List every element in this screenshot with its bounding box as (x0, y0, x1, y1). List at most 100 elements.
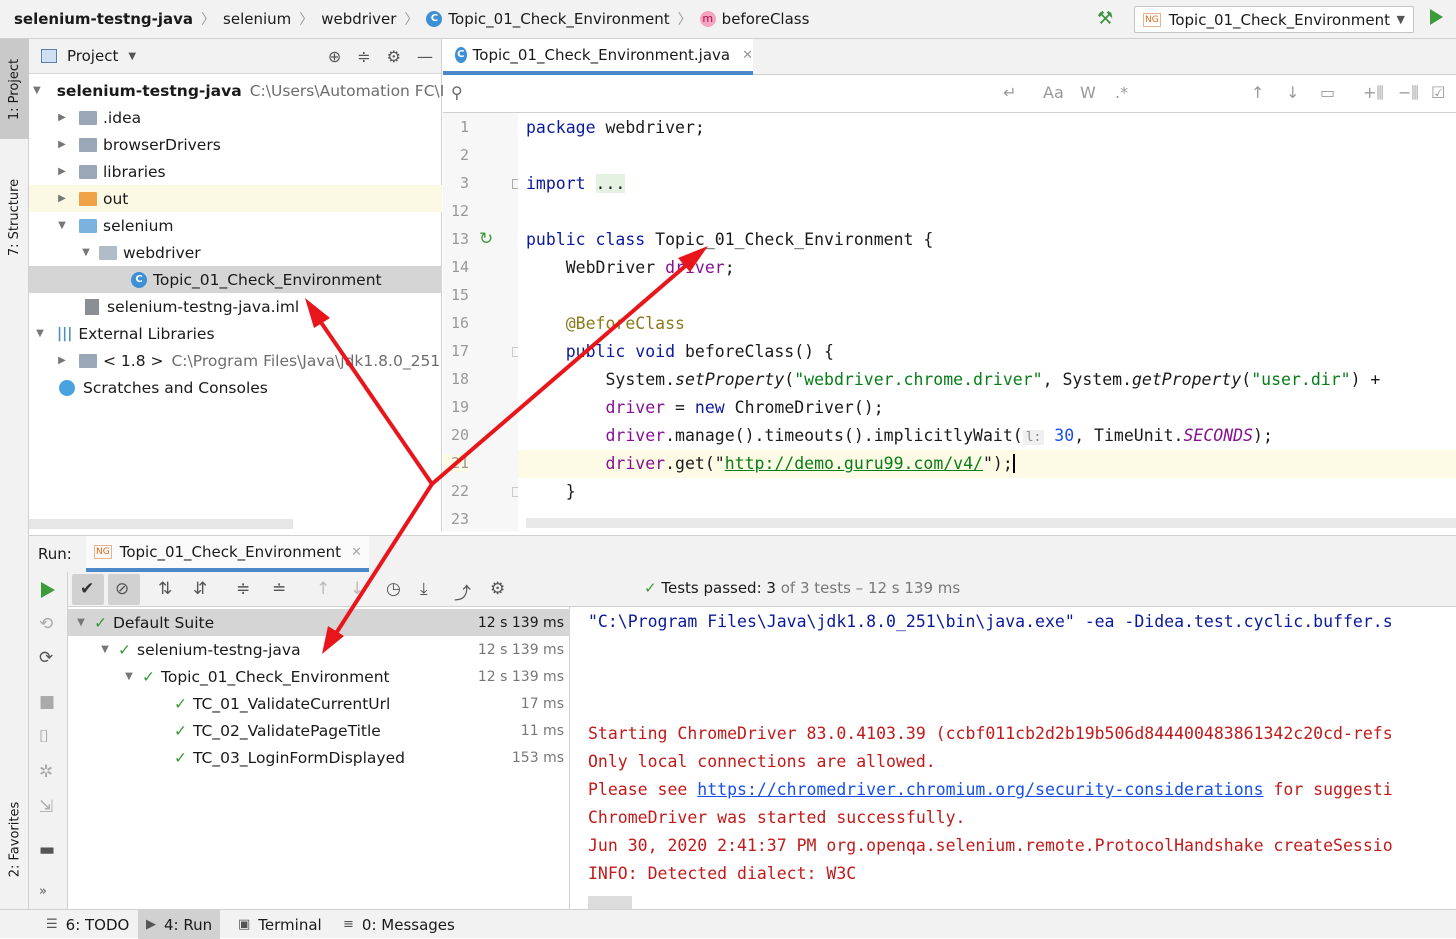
tab-messages[interactable]: ≡ 0: Messages (335, 910, 463, 939)
run-configuration-select[interactable]: NG Topic_01_Check_Environment ▼ (1134, 6, 1414, 33)
console-line: Only local connections are allowed. (588, 752, 936, 771)
code-editor[interactable]: package webdriver; import ... public cla… (518, 113, 1456, 531)
collapse-all-icon[interactable]: ≐ (272, 579, 286, 599)
editor-horizontal-scrollbar[interactable] (526, 518, 1456, 528)
expand-arrow-icon[interactable]: ▼ (55, 220, 69, 231)
tree-item-browserdrivers[interactable]: ▶ browserDrivers (29, 131, 442, 158)
tab-todo[interactable]: ☰ 6: TODO (38, 910, 137, 939)
tree-item-idea[interactable]: ▶ .idea (29, 104, 442, 131)
tree-item-selenium[interactable]: ▼ selenium (29, 212, 442, 239)
tab-run[interactable]: ▶ 4: Run (138, 910, 221, 939)
tree-item-webdriver[interactable]: ▼ webdriver (29, 239, 442, 266)
filter-icon[interactable]: ☑ (1431, 83, 1445, 102)
chevron-down-icon[interactable]: ▼ (128, 51, 136, 62)
tab-todo-label: 6: TODO (65, 915, 130, 934)
test-row-case[interactable]: ✓ TC_02_ValidatePageTitle 11 ms (68, 717, 570, 744)
code-url-link[interactable]: http://demo.guru99.com/v4/ (725, 454, 983, 473)
collapse-all-icon[interactable]: ≑ (357, 47, 370, 66)
select-all-occurrences-icon[interactable]: ▭ (1320, 83, 1335, 102)
tab-run-label: 4: Run (164, 915, 213, 934)
breadcrumb-method[interactable]: m beforeClass (699, 10, 810, 28)
test-row-case[interactable]: ✓ TC_03_LoginFormDisplayed 153 ms (68, 744, 570, 771)
rerun-failed-icon[interactable]: ⟲ (39, 614, 53, 634)
next-occurrence-icon[interactable]: ↓ (1286, 83, 1299, 102)
test-row-suite[interactable]: ▼ ✓ Default Suite 12 s 139 ms (68, 609, 570, 636)
test-row-case[interactable]: ✓ TC_01_ValidateCurrentUrl 17 ms (68, 690, 570, 717)
whole-words-icon[interactable]: W (1080, 83, 1096, 102)
breadcrumb-module[interactable]: selenium (223, 10, 291, 28)
newline-icon[interactable]: ↵ (1003, 83, 1016, 102)
breadcrumb-method-label: beforeClass (721, 10, 810, 28)
toggle-auto-test-icon[interactable]: ⟳ (39, 648, 53, 668)
previous-failed-icon[interactable]: ↑ (316, 579, 330, 599)
run-gutter-icon[interactable]: ↻ (479, 229, 493, 249)
breadcrumb-package[interactable]: webdriver (321, 10, 396, 28)
layout-icon[interactable]: ▬ (39, 840, 55, 860)
match-case-icon[interactable]: Aa (1043, 83, 1064, 102)
tree-item-iml[interactable]: selenium-testng-java.iml (29, 293, 442, 320)
more-icon[interactable]: » (39, 884, 47, 899)
history-icon[interactable]: ◷ (386, 579, 401, 599)
expand-arrow-icon[interactable]: ▼ (33, 85, 41, 96)
code-line-18: System.setProperty("webdriver.chrome.dri… (526, 370, 1381, 389)
debug-icon[interactable]: ✲ (39, 762, 53, 782)
tree-item-topic-class[interactable]: C Topic_01_Check_Environment (29, 266, 442, 293)
tree-item-root[interactable]: ▼ selenium-testng-java C:\Users\Automati… (29, 77, 454, 104)
test-row-class[interactable]: ▼ ✓ Topic_01_Check_Environment 12 s 139 … (68, 663, 570, 690)
tree-item-jdk[interactable]: ▶ < 1.8 > C:\Program Files\Java\jdk1.8.0… (29, 347, 442, 374)
expand-arrow-icon[interactable]: ▶ (55, 139, 69, 150)
rerun-button[interactable] (41, 582, 55, 598)
stop-icon[interactable]: ■ (39, 692, 55, 712)
regex-icon[interactable]: .* (1115, 83, 1128, 102)
tab-favorites[interactable]: 2: Favorites (0, 779, 29, 899)
remove-occurrence-icon[interactable]: −⫼ (1398, 83, 1419, 103)
sort-by-duration-icon[interactable]: ⇵ (193, 579, 207, 599)
horizontal-scrollbar[interactable] (29, 519, 293, 529)
build-hammer-icon[interactable]: ⚒ (1097, 8, 1113, 29)
gear-icon[interactable]: ⚙ (387, 47, 401, 66)
expand-arrow-icon[interactable]: ▼ (33, 328, 47, 339)
breadcrumb-project[interactable]: selenium-testng-java (14, 10, 193, 28)
project-title[interactable]: Project (67, 47, 118, 65)
tree-item-scratches[interactable]: Scratches and Consoles (29, 374, 442, 401)
test-row-module[interactable]: ▼ ✓ selenium-testng-java 12 s 139 ms (68, 636, 570, 663)
export-tests-icon[interactable]: ⤴ (454, 579, 471, 604)
tree-item-libraries[interactable]: ▶ libraries (29, 158, 442, 185)
camera-icon[interactable]: ⌷ (39, 727, 49, 747)
console-link[interactable]: https://chromedriver.chromium.org/securi… (697, 780, 1263, 799)
expand-arrow-icon[interactable]: ▶ (55, 166, 69, 177)
line-number: 2 (459, 146, 469, 164)
next-failed-icon[interactable]: ↓ (350, 579, 364, 599)
previous-occurrence-icon[interactable]: ↑ (1251, 83, 1264, 102)
expand-arrow-icon[interactable]: ▶ (55, 112, 69, 123)
line-number: 19 (450, 398, 469, 416)
settings-gear-icon[interactable]: ⚙ (490, 579, 505, 599)
tab-project[interactable]: 1: Project (0, 39, 29, 139)
export-icon[interactable]: ⇲ (39, 797, 53, 817)
breadcrumb-class[interactable]: C Topic_01_Check_Environment (426, 10, 670, 28)
expand-arrow-icon[interactable]: ▼ (74, 617, 88, 628)
tree-item-external-libraries[interactable]: ▼ ||| External Libraries (29, 320, 442, 347)
add-occurrence-icon[interactable]: +⫼ (1363, 83, 1384, 103)
sort-alphabetically-icon[interactable]: ⇅ (158, 579, 172, 599)
tab-structure[interactable]: 7: Structure (0, 157, 29, 277)
console-scrollbar[interactable] (588, 896, 632, 909)
close-icon[interactable]: ✕ (742, 48, 753, 63)
run-button[interactable] (1430, 9, 1443, 25)
editor-tab-active[interactable]: C Topic_01_Check_Environment.java ✕ (443, 39, 753, 75)
expand-arrow-icon[interactable]: ▼ (79, 247, 93, 258)
expand-arrow-icon[interactable]: ▶ (55, 355, 69, 366)
run-tab-active[interactable]: NG Topic_01_Check_Environment ✕ (86, 536, 369, 572)
expand-arrow-icon[interactable]: ▼ (122, 671, 136, 682)
console-output[interactable]: "C:\Program Files\Java\jdk1.8.0_251\bin\… (570, 607, 1456, 909)
import-tests-icon[interactable]: ⤓ (420, 579, 428, 599)
expand-all-icon[interactable]: ≑ (236, 579, 250, 599)
minimize-icon[interactable]: — (417, 47, 433, 66)
expand-arrow-icon[interactable]: ▶ (55, 193, 69, 204)
close-icon[interactable]: ✕ (351, 545, 362, 560)
search-icon[interactable]: ⚲ (451, 83, 463, 102)
locate-icon[interactable]: ⊕ (328, 47, 341, 66)
tree-item-out[interactable]: ▶ out (29, 185, 442, 212)
tab-terminal[interactable]: ▣ Terminal (230, 910, 330, 939)
expand-arrow-icon[interactable]: ▼ (98, 644, 112, 655)
